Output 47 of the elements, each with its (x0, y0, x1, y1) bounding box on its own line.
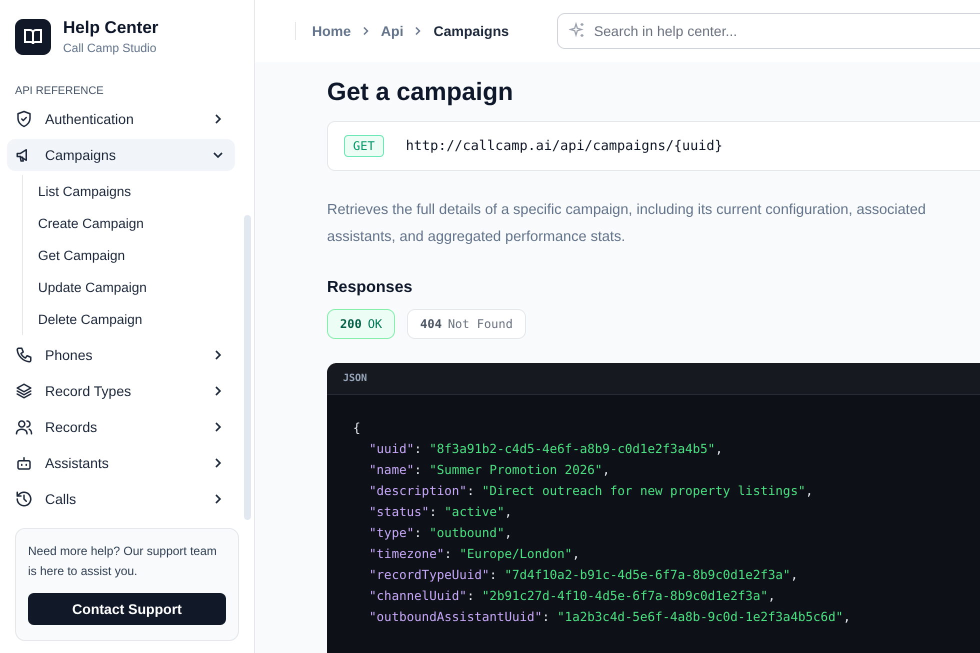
contact-support-button[interactable]: Contact Support (28, 593, 226, 625)
sidebar-subitem[interactable]: Get Campaign (38, 239, 235, 271)
endpoint-url: http://callcamp.ai/api/campaigns/{uuid} (406, 138, 723, 154)
sidebar-item[interactable]: Authentication (7, 103, 235, 135)
robot-icon (15, 454, 33, 472)
app-subtitle: Call Camp Studio (63, 41, 158, 55)
sidebar-item[interactable]: Phones (7, 339, 235, 371)
breadcrumb-link[interactable]: Campaigns (433, 23, 509, 39)
method-badge: GET (344, 135, 384, 157)
breadcrumb-link[interactable]: Api (380, 23, 404, 39)
code-line: "channelUuid": "2b91c27d-4f10-4d5e-6f7a-8b9c0d1e2f3a", (368, 587, 776, 605)
code-line: "status": "active", (368, 503, 514, 521)
code-line: "type": "outbound", (368, 524, 514, 542)
code-line: "uuid": "8f3a91b2-c4d5-4e6f-a8b9-c0d1e2f3a4b5", (368, 440, 724, 458)
section-heading: API REFERENCE (14, 84, 105, 99)
sidebar-subitem[interactable]: List Campaigns (38, 175, 235, 207)
sidebar-item[interactable]: Campaigns (7, 139, 235, 171)
users-icon (15, 418, 33, 436)
language-label: JSON (343, 373, 368, 384)
app-title: Help Center (63, 18, 158, 38)
help-text: Need more help? Our support team is here to assist you. (28, 543, 218, 580)
phone-icon (15, 346, 33, 364)
response-tab[interactable]: 200 OK (327, 309, 396, 339)
sidebar-subitem[interactable]: Update Campaign (38, 271, 235, 303)
sidebar-subitem[interactable]: Delete Campaign (38, 303, 235, 335)
breadcrumb-link[interactable]: Home (312, 23, 351, 39)
sidebar-item[interactable]: Record Types (7, 375, 235, 407)
sidebar-item[interactable]: Records (7, 411, 235, 443)
response-tab[interactable]: 404 Not Found (407, 309, 526, 339)
sidebar-item[interactable]: Assistants (7, 447, 235, 479)
sidebar-item[interactable]: Calls (7, 483, 235, 515)
page-title: Get a campaign (327, 78, 514, 107)
description-text: Retrieves the full details of a specific campaign, including its current configuration, associated assistants, and aggregated performance stats. (327, 201, 927, 247)
search-field[interactable]: Search in help center... (556, 13, 980, 49)
code-line: "timezone": "Europe/London", (368, 545, 581, 563)
code-line: { (353, 419, 362, 437)
shield-icon (15, 110, 33, 128)
history-icon (15, 490, 33, 508)
code-line: "description": "Direct outreach for new property listings", (368, 482, 814, 500)
code-line: "outboundAssistantUuid": "1a2b3c4d-5e6f-4a8b-9c0d-1e2f3a4b5c6d", (368, 608, 852, 626)
chevron-right-icon (360, 26, 371, 36)
code-line: "name": "Summer Promotion 2026", (368, 461, 611, 479)
sidebar-subitem[interactable]: Create Campaign (38, 207, 235, 239)
code-line: "recordTypeUuid": "7d4f10a2-b91c-4d5e-6f7a-8b9c0d1e2f3a", (368, 566, 799, 584)
book-logo-icon (15, 18, 51, 54)
layers-icon (15, 382, 33, 400)
responses-heading: Responses (327, 279, 414, 297)
